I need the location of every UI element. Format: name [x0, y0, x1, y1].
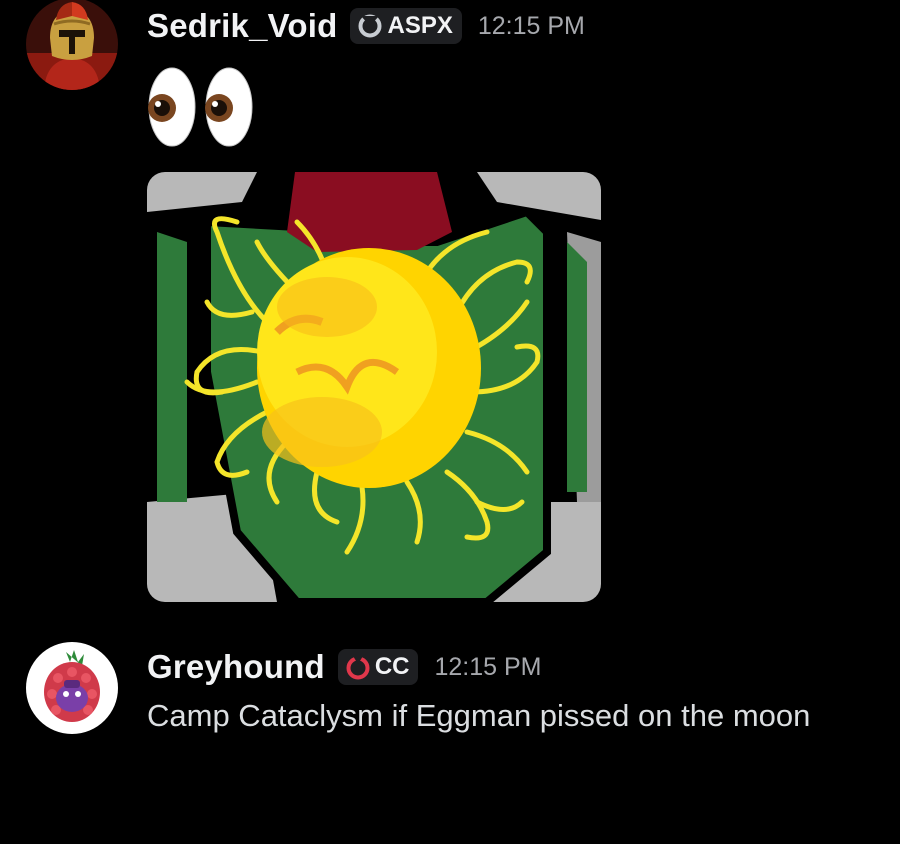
avatar-greyhound[interactable] — [26, 642, 118, 734]
timestamp[interactable]: 12:15 PM — [478, 12, 585, 41]
server-tag-label: CC — [374, 653, 410, 680]
timestamp[interactable]: 12:15 PM — [434, 653, 541, 682]
server-tag[interactable]: CC — [337, 649, 419, 685]
server-tag[interactable]: ASPX — [350, 8, 462, 44]
message-header: Sedrik_Void ASPX 12:15 PM — [147, 4, 585, 48]
pacman-ring-icon — [358, 14, 382, 38]
avatar-sedrik[interactable] — [26, 0, 118, 90]
eyes-icon — [148, 67, 253, 147]
image-attachment[interactable] — [147, 172, 601, 602]
server-tag-label: ASPX — [387, 12, 453, 39]
spartan-helmet-avatar-icon — [26, 0, 118, 90]
raspberry-creature-avatar-icon — [26, 642, 118, 734]
sun-tentacle-drawing-image — [147, 172, 601, 602]
message-header: Greyhound CC 12:15 PM — [147, 645, 542, 689]
eyes-emoji[interactable] — [147, 64, 255, 150]
red-ring-icon — [346, 656, 370, 680]
username[interactable]: Sedrik_Void — [147, 7, 337, 45]
username[interactable]: Greyhound — [147, 648, 325, 686]
message-content: Camp Cataclysm if Eggman pissed on the m… — [147, 698, 811, 733]
